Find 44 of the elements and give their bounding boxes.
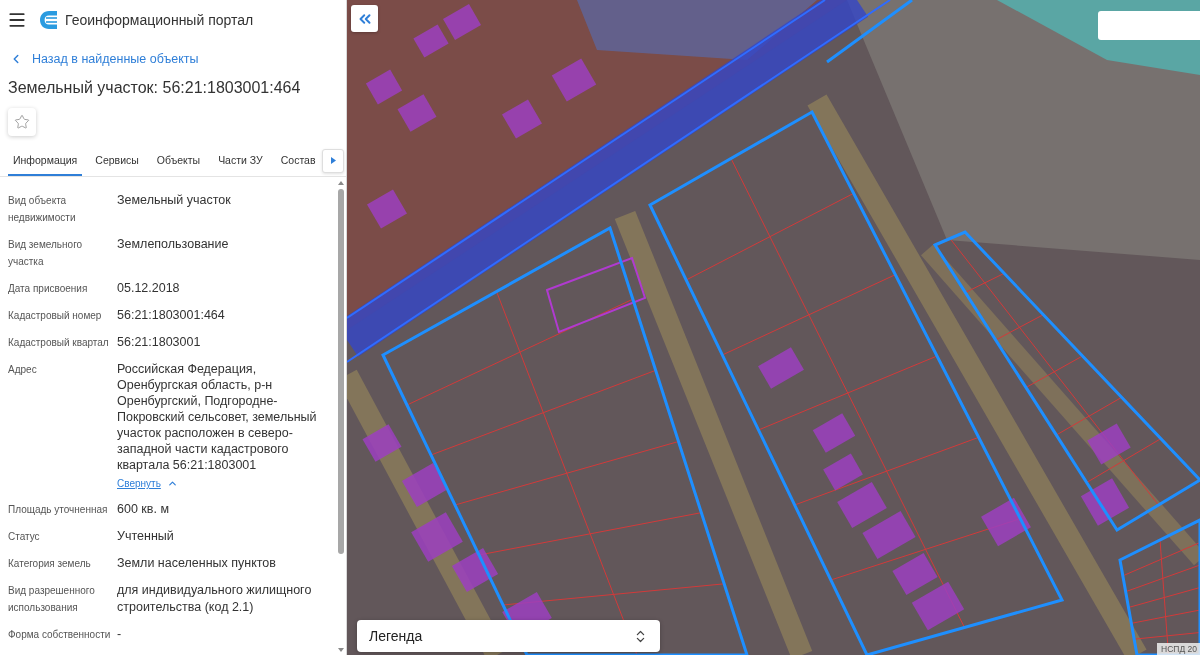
map-attribution: НСПД 20 bbox=[1157, 643, 1200, 655]
property-label: Форма собственности bbox=[8, 628, 112, 642]
property-label: Кадастровый номер bbox=[8, 309, 103, 323]
property-value: 56:21:1803001:464 bbox=[117, 307, 225, 324]
scrollbar-thumb[interactable] bbox=[338, 189, 344, 554]
favorite-button[interactable] bbox=[8, 108, 36, 136]
property-value: - bbox=[117, 626, 122, 643]
tabs-scroll-button[interactable] bbox=[322, 148, 344, 173]
menu-icon[interactable] bbox=[7, 10, 27, 30]
caret-right-icon bbox=[330, 157, 336, 164]
property-value: для индивидуального жилищного строительства (код 2.1) bbox=[117, 582, 313, 616]
property-label: Вид разрешенного использования bbox=[8, 584, 96, 615]
property-label: Адрес bbox=[8, 363, 38, 377]
property-label: Статус bbox=[8, 530, 41, 544]
collapse-panel-button[interactable] bbox=[351, 5, 378, 32]
property-value: 05.12.2018 bbox=[117, 280, 180, 297]
property-label: Кадастровый квартал bbox=[8, 336, 110, 350]
logo-icon bbox=[40, 11, 57, 29]
property-value: Российская Федерация, Оренбургская область, р-н Оренбургский, Подгородне-Покровский сельсовет, земельный участок расположен в северо-западной части кадастрового квартала 56:21:1803001 bbox=[117, 361, 318, 473]
property-value: Земельный участок bbox=[117, 192, 231, 209]
property-value: Землепользование bbox=[117, 236, 229, 253]
back-link[interactable]: Назад в найденные объекты bbox=[9, 49, 199, 69]
collapse-link[interactable]: Свернуть bbox=[117, 476, 178, 491]
property-value: 600 кв. м bbox=[117, 501, 169, 518]
property-label: Категория земель bbox=[8, 557, 92, 571]
tab[interactable]: Объекты bbox=[151, 145, 206, 176]
property-value: Учтенный bbox=[117, 528, 174, 545]
property-value: 56:21:1803001 bbox=[117, 334, 201, 351]
legend-select[interactable]: Легенда bbox=[357, 620, 660, 652]
input-field[interactable] bbox=[1098, 11, 1200, 40]
caret-down-icon[interactable] bbox=[338, 648, 344, 652]
tab[interactable]: Части ЗУ bbox=[213, 145, 268, 176]
property-label: Вид земельного участка bbox=[8, 238, 84, 269]
property-label: Площадь уточненная bbox=[8, 503, 109, 517]
star-icon bbox=[14, 114, 30, 130]
tab[interactable]: Информация bbox=[8, 145, 83, 176]
portal-title: Геоинформационный портал bbox=[65, 12, 254, 28]
object-title: Земельный участок: 56:21:1803001:464 bbox=[8, 78, 302, 98]
tab[interactable]: Состав bbox=[275, 145, 321, 176]
property-label: Вид объекта недвижимости bbox=[8, 194, 77, 225]
tab[interactable]: Сервисы bbox=[90, 145, 144, 176]
caret-up-icon[interactable] bbox=[338, 181, 344, 185]
property-label: Дата присвоения bbox=[8, 282, 89, 296]
property-value: Земли населенных пунктов bbox=[117, 555, 276, 572]
